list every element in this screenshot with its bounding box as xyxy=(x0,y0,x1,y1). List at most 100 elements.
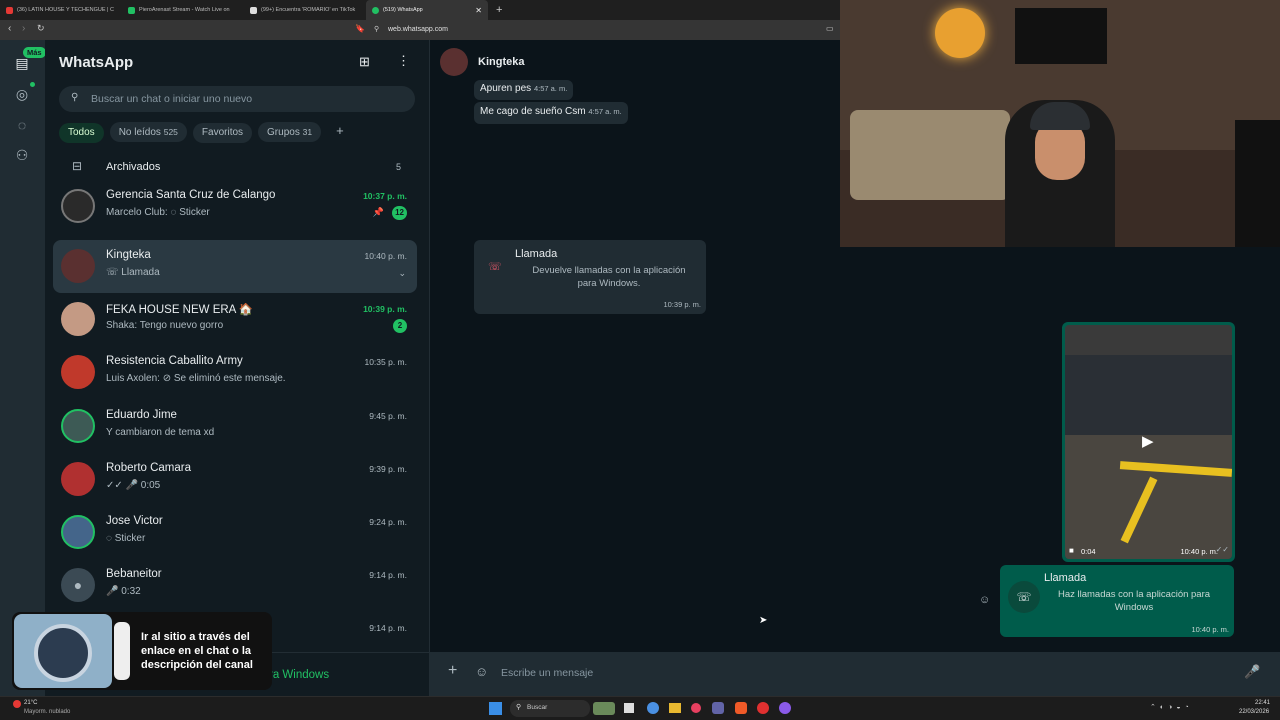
chat-row[interactable]: Gerencia Santa Cruz de Calango Marcelo C… xyxy=(53,180,417,233)
chat-row[interactable]: Roberto Camara ✓✓ 🎤 0:05 9:39 p. m. xyxy=(53,453,417,506)
chat-list-panel: WhatsApp ⊞ ⋮ ⚲ Buscar un chat o iniciar … xyxy=(45,40,430,696)
default-avatar-icon: ● xyxy=(61,568,95,602)
bookmark-icon[interactable]: 🔖 xyxy=(355,24,365,33)
nav-rail: ▤ Más ◎ ◌ ⚇ xyxy=(0,40,46,696)
taskbar: 21°C Mayorm. nublado ⚲ Buscar ⌃◐◑◒◔ 22:4… xyxy=(0,696,1280,720)
roulette-wheel-icon xyxy=(34,624,92,682)
forward-icon[interactable]: › xyxy=(22,23,25,34)
cast-icon[interactable]: ▭ xyxy=(826,24,834,33)
message-time: 10:39 p. m. xyxy=(663,300,701,309)
mouse-cursor-icon: ➤ xyxy=(759,615,768,626)
folder-icon[interactable] xyxy=(669,703,681,713)
back-icon[interactable]: ‹ xyxy=(8,23,11,34)
chat-row[interactable]: FEKA HOUSE NEW ERA 🏠 Shaka: Tengo nuevo … xyxy=(53,293,417,346)
search-input[interactable]: Buscar un chat o iniciar uno nuevo xyxy=(91,93,252,105)
chat-row[interactable]: Eduardo Jime Y cambiaron de tema xd 9:45… xyxy=(53,400,417,453)
tab-label: (99+) Encuentra 'ROMARIO' en TikTok xyxy=(261,7,356,13)
widget-icon[interactable] xyxy=(593,702,615,715)
filter-no-leidos[interactable]: No leídos 525 xyxy=(109,122,187,142)
tab-label: (519) WhatsApp xyxy=(383,7,423,13)
kick-icon xyxy=(128,6,135,14)
app-icon-2[interactable] xyxy=(757,702,769,714)
filter-favoritos[interactable]: Favoritos xyxy=(192,123,253,143)
brave-icon[interactable] xyxy=(735,702,747,714)
filter-todos[interactable]: Todos xyxy=(59,123,104,143)
add-filter-icon[interactable]: + xyxy=(327,121,353,141)
chrome-icon[interactable] xyxy=(647,702,659,714)
pin-icon: 📌 xyxy=(372,207,384,217)
taskbar-search[interactable]: ⚲ Buscar xyxy=(510,700,590,717)
chat-panel-right: ▶ ■ 0:04 10:40 p. m. ✓✓ ☺ ☏ Llamada Haz … xyxy=(840,247,1280,696)
chat-preview: Y cambiaron de tema xd xyxy=(106,427,215,438)
browser-tab-active[interactable]: (519) WhatsApp ✕ xyxy=(366,0,488,20)
reload-icon[interactable]: ↻ xyxy=(37,23,45,34)
message-time: 4:57 a. m. xyxy=(533,84,568,93)
url-field[interactable]: web.whatsapp.com xyxy=(388,26,448,33)
channels-icon[interactable]: ◌ xyxy=(13,116,31,134)
archived-count: 5 xyxy=(395,162,401,172)
browser-tab[interactable]: (99+) Encuentra 'ROMARIO' en TikTok xyxy=(244,0,366,20)
windows-start-icon[interactable] xyxy=(489,702,502,715)
archived-row[interactable]: ⊟ Archivados 5 xyxy=(45,152,429,182)
chat-row[interactable]: Jose Victor ◌ Sticker 9:24 p. m. xyxy=(53,506,417,559)
mas-badge: Más xyxy=(23,47,46,58)
chat-time: 9:45 p. m. xyxy=(369,411,407,421)
message-time: 10:40 p. m. xyxy=(1191,625,1229,634)
promo-phone xyxy=(114,622,130,680)
chat-preview: ☏ Llamada xyxy=(106,267,160,278)
close-tab-icon[interactable]: ✕ xyxy=(475,6,482,15)
emoji-react-icon[interactable]: ☺ xyxy=(979,594,990,606)
teams-icon[interactable] xyxy=(712,702,724,714)
video-thumbnail: ▶ ■ 0:04 10:40 p. m. ✓✓ xyxy=(1065,325,1232,559)
task-view-icon[interactable] xyxy=(624,703,634,713)
app-icon[interactable] xyxy=(691,703,701,713)
contact-name[interactable]: Kingteka xyxy=(478,56,524,68)
clock-date: 22/03/2026 xyxy=(1239,709,1270,715)
message-time: 4:57 a. m. xyxy=(588,107,622,116)
browser-tab-bar: (36) LATIN HOUSE Y TECHENGUE | C PieroAr… xyxy=(0,0,840,20)
chat-row[interactable]: ● Bebaneitor 🎤 0:32 9:14 p. m. xyxy=(53,559,417,612)
search-box[interactable]: ⚲ Buscar un chat o iniciar uno nuevo xyxy=(59,86,415,112)
browser-tab[interactable]: (36) LATIN HOUSE Y TECHENGUE | C xyxy=(0,0,122,20)
browser-tab[interactable]: PieroArenast Stream - Watch Live on xyxy=(122,0,244,20)
message-text: Me cago de sueño Csm xyxy=(480,106,586,117)
status-icon[interactable]: ◎ xyxy=(13,85,31,103)
avatar xyxy=(61,409,95,443)
message-bubble: Me cago de sueño Csm 4:57 a. m. xyxy=(474,102,628,124)
sticker-icon[interactable]: ☺ xyxy=(475,664,488,679)
new-chat-icon[interactable]: ⊞ xyxy=(359,54,370,70)
avatar xyxy=(61,189,95,223)
message-input[interactable]: Escribe un mensaje xyxy=(501,667,593,679)
filter-grupos[interactable]: Grupos 31 xyxy=(258,122,322,142)
call-subtitle: Devuelve llamadas con la aplicación para… xyxy=(532,265,686,289)
missed-call-bubble[interactable]: ☏ Llamada Devuelve llamadas con la aplic… xyxy=(474,240,706,314)
chat-time: 10:39 p. m. xyxy=(363,304,407,314)
chat-name: Jose Victor xyxy=(106,515,163,527)
messenger-icon[interactable] xyxy=(779,702,791,714)
new-tab-icon[interactable]: + xyxy=(496,4,502,16)
site-info-icon[interactable]: ⚲ xyxy=(374,25,379,33)
communities-icon[interactable]: ⚇ xyxy=(13,146,31,164)
missed-call-icon: ☏ xyxy=(488,261,502,273)
weather-desc: Mayorm. nublado xyxy=(24,709,71,715)
tab-label: PieroArenast Stream - Watch Live on xyxy=(139,7,230,13)
outgoing-call-bubble[interactable]: ☏ Llamada Haz llamadas con la aplicación… xyxy=(1000,565,1234,637)
chat-preview: Luis Axolen: ⊘ Se eliminó este mensaje. xyxy=(106,373,286,384)
mic-icon[interactable]: 🎤 xyxy=(1244,664,1260,680)
chat-time: 10:40 p. m. xyxy=(364,251,407,261)
channel-promo-overlay[interactable]: Ir al sitio a través del enlace en el ch… xyxy=(12,612,272,690)
play-icon[interactable]: ▶ xyxy=(1142,432,1154,450)
chevron-down-icon[interactable]: ⌄ xyxy=(398,268,406,279)
menu-icon[interactable]: ⋮ xyxy=(397,53,410,69)
chat-row-selected[interactable]: Kingteka ☏ Llamada 10:40 p. m. ⌄ xyxy=(53,240,417,293)
tab-label: (36) LATIN HOUSE Y TECHENGUE | C xyxy=(17,7,114,13)
video-message[interactable]: ▶ ■ 0:04 10:40 p. m. ✓✓ xyxy=(1062,322,1235,562)
contact-avatar[interactable] xyxy=(440,48,468,76)
attach-icon[interactable]: + xyxy=(448,662,457,680)
tray-icons[interactable]: ⌃◐◑◒◔ xyxy=(1150,703,1193,711)
chat-row[interactable]: Resistencia Caballito Army Luis Axolen: … xyxy=(53,346,417,399)
call-title: Llamada xyxy=(1044,572,1087,584)
avatar xyxy=(61,462,95,496)
chat-time: 9:14 p. m. xyxy=(369,623,407,633)
avatar xyxy=(61,249,95,283)
